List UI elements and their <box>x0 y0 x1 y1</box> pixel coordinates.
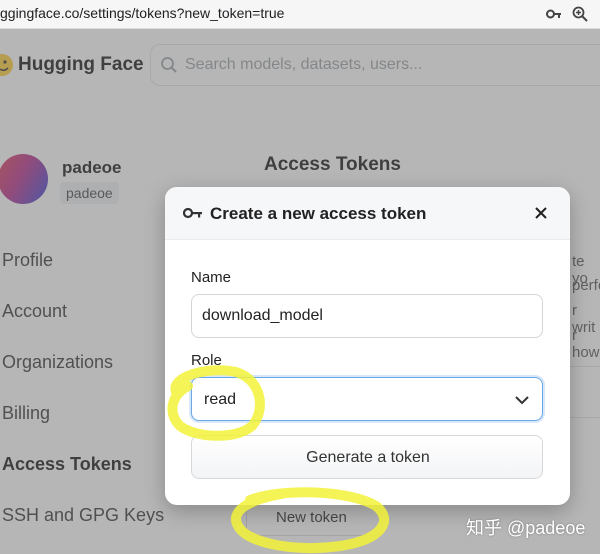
generate-token-label: Generate a token <box>306 449 430 466</box>
watermark: 知乎 @padeoe <box>466 518 586 538</box>
zoom-icon[interactable] <box>572 6 588 27</box>
role-label: Role <box>191 352 222 369</box>
url-text[interactable]: ggingface.co/settings/tokens?new_token=t… <box>0 5 284 21</box>
role-select[interactable]: read <box>191 377 543 421</box>
chevron-down-icon <box>514 393 530 411</box>
dialog-title: Create a new access token <box>210 204 427 223</box>
generate-token-button[interactable]: Generate a token <box>191 435 543 479</box>
key-icon[interactable] <box>546 7 562 26</box>
key-icon <box>182 206 203 225</box>
token-name-input[interactable] <box>191 294 543 338</box>
create-token-dialog: Create a new access token Name Role read… <box>165 187 570 505</box>
role-selected-value: read <box>204 391 237 408</box>
close-icon[interactable] <box>531 203 551 223</box>
name-label: Name <box>191 269 232 286</box>
